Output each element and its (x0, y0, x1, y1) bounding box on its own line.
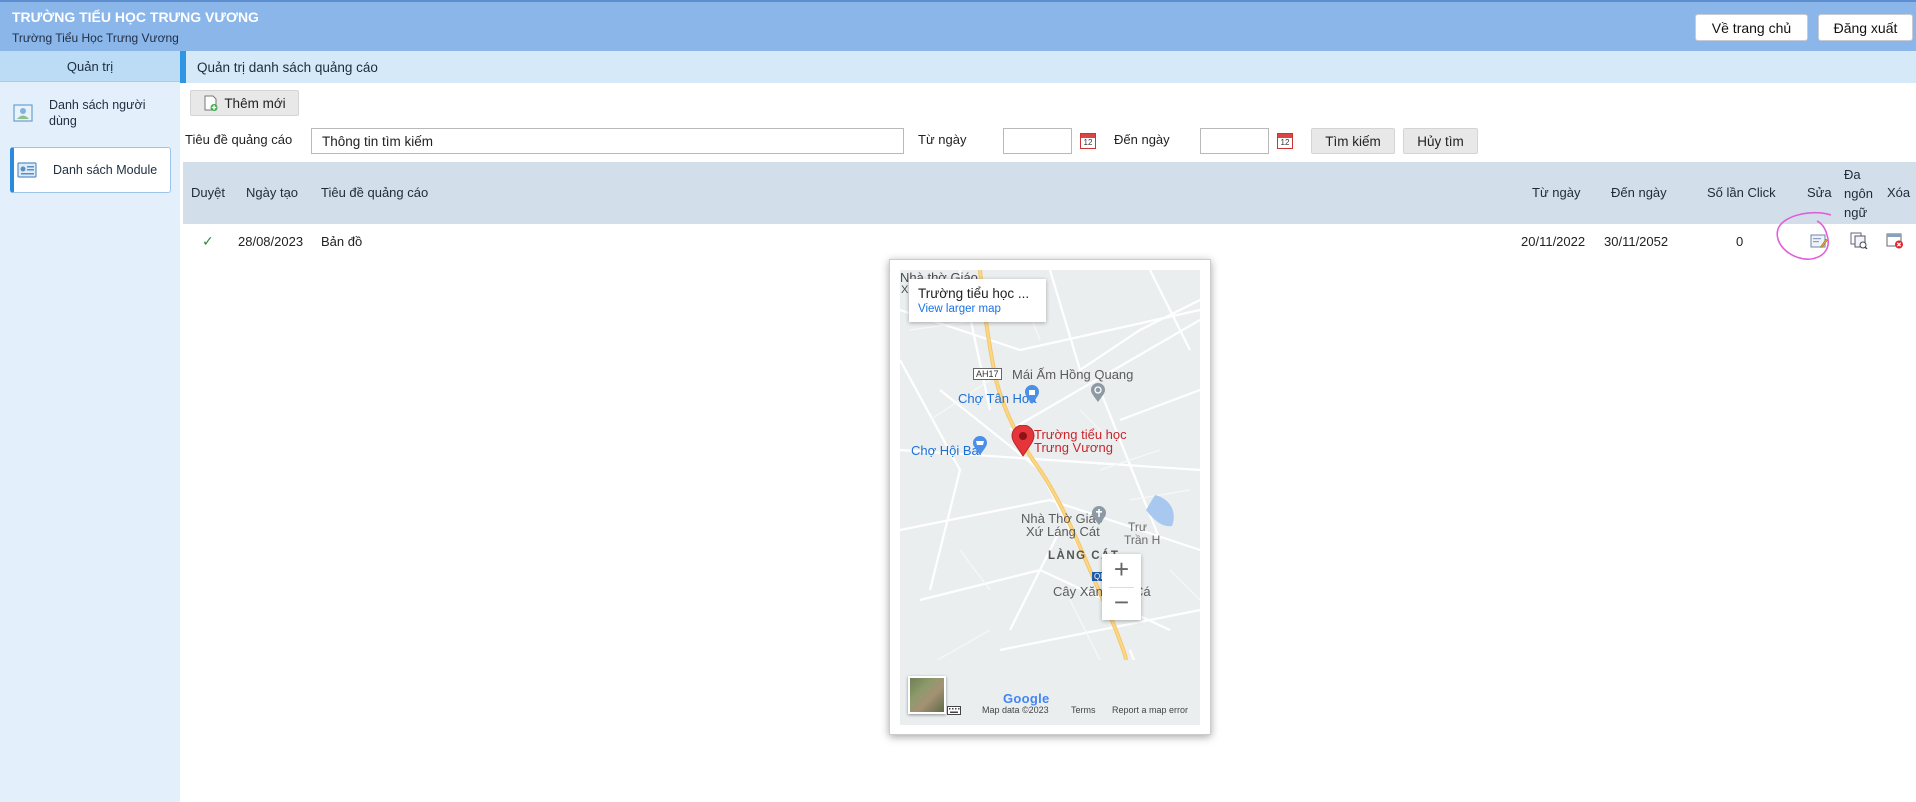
shopping-marker-icon[interactable] (1024, 385, 1040, 405)
to-date-label: Đến ngày (1114, 132, 1170, 147)
report-map-error-link[interactable]: Report a map error (1112, 705, 1188, 715)
school-location-pin-icon[interactable] (1011, 425, 1035, 457)
map-label-x: X (901, 284, 909, 296)
cell-from: 20/11/2022 (1521, 234, 1586, 249)
view-larger-map-link[interactable]: View larger map (918, 303, 1001, 315)
col-created[interactable]: Ngày tạo (246, 185, 298, 200)
sidebar-heading: Quản trị (0, 51, 180, 82)
map-footer-bar: Map data ©2023 Terms Report a map error (900, 704, 1200, 718)
sidebar-item-modules[interactable]: Danh sách Module (10, 147, 171, 193)
col-multilang-1: Đa (1844, 167, 1861, 182)
church-marker-icon[interactable] (1091, 506, 1107, 526)
col-delete: Xóa (1887, 185, 1911, 200)
sidebar-item-label: Danh sách người dùng (49, 98, 146, 128)
zoom-out-button[interactable]: − (1102, 587, 1141, 620)
cell-clicks: 0 (1736, 234, 1744, 249)
sidebar-item-label: Danh sách Module (53, 163, 158, 177)
zoom-in-button[interactable]: + (1102, 554, 1141, 587)
col-clicks[interactable]: Số lần Click (1707, 185, 1776, 200)
delete-icon[interactable] (1886, 232, 1904, 249)
map-info-card: Trường tiểu học ... View larger map (909, 279, 1046, 322)
cell-to: 30/11/2052 (1604, 234, 1669, 249)
map-zoom-control: + − (1102, 554, 1141, 620)
add-new-label: Thêm mới (224, 95, 286, 111)
col-title[interactable]: Tiêu đề quảng cáo (321, 185, 428, 200)
from-date-input[interactable] (1003, 128, 1072, 154)
col-to[interactable]: Đến ngày (1611, 185, 1667, 200)
add-new-button[interactable]: Thêm mới (190, 90, 299, 116)
map-data-attribution: Map data ©2023 (982, 705, 1049, 715)
school-name-upper: TRƯỜNG TIỂU HỌC TRƯNG VƯƠNG (12, 9, 259, 25)
map-road-shield: AH17 (973, 368, 1002, 380)
col-multilang-3: ngữ (1844, 205, 1868, 220)
school-name: Trường Tiểu Học Trưng Vương (12, 31, 179, 45)
col-edit: Sửa (1807, 185, 1832, 200)
to-calendar-icon[interactable]: 12 (1277, 133, 1293, 149)
sidebar: Quản trị Danh sách người dùng Danh sách … (0, 51, 180, 802)
cell-created: 28/08/2023 (238, 234, 304, 249)
col-approve[interactable]: Duyệt (191, 185, 225, 200)
table-header: Duyệt Ngày tạo Tiêu đề quảng cáo Từ ngày… (183, 162, 1916, 224)
map-terms-link[interactable]: Terms (1071, 705, 1096, 715)
col-from[interactable]: Từ ngày (1532, 185, 1580, 200)
cell-title[interactable]: Bản đồ (321, 234, 362, 249)
logout-button[interactable]: Đăng xuất (1818, 14, 1913, 41)
module-list-icon (17, 162, 37, 178)
add-document-icon (204, 95, 218, 111)
to-date-input[interactable] (1200, 128, 1269, 154)
cancel-search-button[interactable]: Hủy tìm (1403, 128, 1478, 154)
highlight-circle-annotation (1776, 211, 1832, 260)
from-calendar-icon[interactable]: 12 (1080, 133, 1096, 149)
map-label-truc-2: Trần H (1124, 533, 1161, 547)
multilanguage-icon[interactable] (1850, 232, 1868, 249)
calendar-day: 12 (1083, 138, 1093, 147)
map-info-title: Trường tiểu học ... (918, 286, 1030, 301)
page-title: Quản trị danh sách quảng cáo (180, 51, 1916, 83)
col-multilang-2: ngôn (1844, 186, 1873, 201)
map-label-truc-1: Trư (1128, 520, 1147, 534)
map-label-church-line2: Xứ Láng Cát (1026, 524, 1100, 539)
map-streets (900, 270, 1200, 725)
user-list-icon (13, 104, 33, 122)
home-button[interactable]: Về trang chủ (1695, 14, 1808, 41)
calendar-day: 12 (1280, 138, 1290, 147)
app-header: TRƯỜNG TIỂU HỌC TRƯNG VƯƠNG Trường Tiểu … (0, 0, 1916, 51)
edit-icon[interactable] (1810, 233, 1828, 249)
embedded-map-frame: Nhà thờ Giáo X Trường tiểu học ... View … (889, 259, 1211, 735)
title-filter-label: Tiêu đề quảng cáo (185, 132, 293, 147)
shopping-cart-marker-icon[interactable] (972, 436, 988, 456)
map-label-school-line2: Trưng Vương (1034, 440, 1113, 455)
map-canvas[interactable]: Nhà thờ Giáo X Trường tiểu học ... View … (900, 270, 1200, 725)
map-label-mai-am: Mái Ấm Hồng Quang (1012, 367, 1134, 382)
approved-check-icon[interactable]: ✓ (202, 233, 214, 250)
place-of-worship-icon[interactable] (1090, 383, 1106, 403)
from-date-label: Từ ngày (918, 132, 967, 147)
sidebar-item-users[interactable]: Danh sách người dùng (10, 90, 171, 136)
search-button[interactable]: Tìm kiếm (1311, 128, 1395, 154)
keyboard-shortcuts-icon[interactable] (947, 706, 961, 715)
title-filter-input[interactable] (311, 128, 904, 154)
